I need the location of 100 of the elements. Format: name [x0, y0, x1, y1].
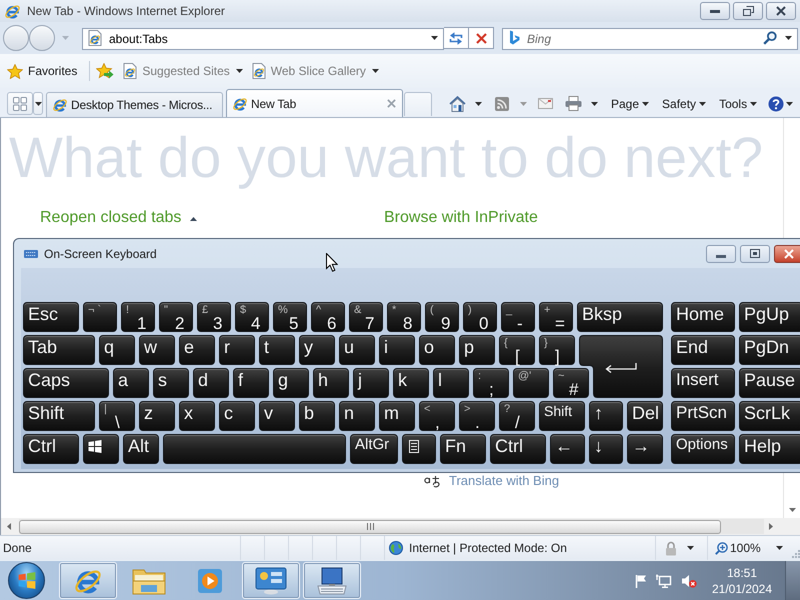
- caret-down-icon[interactable]: [475, 102, 482, 106]
- add-favorite-icon[interactable]: [96, 63, 114, 79]
- caret-down-icon[interactable]: [750, 102, 758, 106]
- maximize-button[interactable]: [740, 244, 770, 262]
- keyboard-key[interactable]: Ctrl: [23, 434, 79, 464]
- caret-down-icon[interactable]: [699, 102, 706, 106]
- space-bar[interactable]: [163, 434, 346, 464]
- tab-list-button[interactable]: [33, 92, 43, 115]
- keyboard-key[interactable]: y: [299, 335, 335, 365]
- keyboard-key[interactable]: : ;: [473, 368, 509, 398]
- keyboard-key[interactable]: { [: [499, 335, 535, 365]
- caret-down-icon[interactable]: [34, 102, 42, 106]
- keyboard-key[interactable]: ¬ `: [83, 302, 117, 332]
- address-field[interactable]: about:Tabs: [82, 28, 444, 50]
- minimize-button[interactable]: [700, 2, 730, 20]
- keyboard-key[interactable]: Tab: [23, 335, 95, 365]
- taskbar-button[interactable]: [242, 562, 300, 599]
- keyboard-key[interactable]: ( 9: [425, 302, 459, 332]
- favorites-link[interactable]: Web Slice Gallery: [252, 62, 379, 80]
- taskbar-button[interactable]: [303, 562, 361, 599]
- keyboard-key[interactable]: Caps: [23, 368, 109, 398]
- enter-key[interactable]: [579, 335, 663, 398]
- keyboard-key[interactable]: $ 4: [235, 302, 269, 332]
- keyboard-key[interactable]: | \: [99, 401, 135, 431]
- caret-down-icon[interactable]: [431, 36, 438, 40]
- keyboard-key[interactable]: ScrLk: [739, 401, 800, 431]
- keyboard-key[interactable]: < ,: [419, 401, 455, 431]
- keyboard-key[interactable]: ? /: [499, 401, 535, 431]
- keyboard-key[interactable]: @': [513, 368, 549, 398]
- minimize-button[interactable]: [706, 244, 736, 262]
- keyboard-key[interactable]: a: [113, 368, 149, 398]
- keyboard-key[interactable]: ←: [550, 434, 585, 464]
- taskbar-button[interactable]: [59, 562, 117, 599]
- favorites-link[interactable]: Suggested Sites: [123, 62, 243, 80]
- keyboard-key[interactable]: c: [219, 401, 255, 431]
- start-button[interactable]: [8, 562, 45, 599]
- keyboard-key[interactable]: Pause: [739, 368, 800, 398]
- home-icon[interactable]: [449, 96, 466, 112]
- caret-down-icon[interactable]: [687, 546, 694, 550]
- zoom-level[interactable]: 100%: [730, 539, 761, 557]
- keyboard-key[interactable]: l: [433, 368, 469, 398]
- keyboard-key[interactable]: End: [671, 335, 735, 365]
- close-button[interactable]: [766, 2, 796, 20]
- keyboard-key[interactable]: b: [299, 401, 335, 431]
- restore-button[interactable]: [733, 2, 763, 20]
- keyboard-key[interactable]: £ 3: [197, 302, 231, 332]
- keyboard-key[interactable]: PgDn: [739, 335, 800, 365]
- keyboard-key[interactable]: ↑: [589, 401, 623, 431]
- keyboard-key[interactable]: ! 1: [121, 302, 155, 332]
- keyboard-key[interactable]: d: [193, 368, 229, 398]
- keyboard-key[interactable]: ~ #: [553, 368, 589, 398]
- keyboard-key[interactable]: i: [379, 335, 415, 365]
- keyboard-key[interactable]: m: [379, 401, 415, 431]
- keyboard-key[interactable]: Shift: [539, 401, 585, 431]
- keyboard-key[interactable]: > .: [459, 401, 495, 431]
- keyboard-key[interactable]: Alt: [123, 434, 159, 464]
- keyboard-key[interactable]: + =: [539, 302, 573, 332]
- keyboard-key[interactable]: u: [339, 335, 375, 365]
- keyboard-key[interactable]: Esc: [23, 302, 79, 332]
- keyboard-key[interactable]: j: [353, 368, 389, 398]
- lock-icon[interactable]: [663, 540, 679, 556]
- keyboard-key[interactable]: o: [419, 335, 455, 365]
- page-link[interactable]: Reopen closed tabs: [40, 208, 182, 228]
- keyboard-key[interactable]: s: [153, 368, 189, 398]
- keyboard-key[interactable]: PrtScn: [671, 401, 735, 431]
- keyboard-key[interactable]: Options: [671, 434, 735, 464]
- search-icon[interactable]: [763, 31, 777, 45]
- close-button[interactable]: [774, 244, 800, 262]
- keyboard-key[interactable]: & 7: [349, 302, 383, 332]
- keyboard-key[interactable]: ) 0: [463, 302, 497, 332]
- stop-button[interactable]: [469, 27, 494, 49]
- scroll-right-arrow-icon[interactable]: [769, 523, 773, 530]
- keyboard-key[interactable]: w: [139, 335, 175, 365]
- keyboard-key[interactable]: f: [233, 368, 269, 398]
- search-field[interactable]: Bing: [502, 28, 798, 50]
- help-icon[interactable]: [768, 96, 784, 112]
- caret-down-icon[interactable]: [786, 102, 794, 106]
- caret-down-icon[interactable]: [776, 546, 783, 550]
- keyboard-key[interactable]: Shift: [23, 401, 95, 431]
- favorites-button[interactable]: Favorites: [7, 62, 78, 80]
- speaker-muted-icon[interactable]: [681, 574, 697, 588]
- feed-icon[interactable]: [495, 96, 509, 110]
- printer-icon[interactable]: [565, 96, 582, 111]
- browser-tab[interactable]: New Tab: [226, 89, 403, 117]
- caret-down-icon[interactable]: [372, 69, 379, 73]
- keyboard-key[interactable]: Insert: [671, 368, 735, 398]
- keyboard-key[interactable]: " 2: [159, 302, 193, 332]
- zoom-icon[interactable]: [715, 542, 728, 554]
- keyboard-key[interactable]: Help: [739, 434, 800, 464]
- keyboard-key[interactable]: % 5: [273, 302, 307, 332]
- keyboard-key[interactable]: * 8: [387, 302, 421, 332]
- keyboard-key[interactable]: ↓: [589, 434, 623, 464]
- keyboard-key[interactable]: _ -: [501, 302, 535, 332]
- keyboard-key[interactable]: r: [219, 335, 255, 365]
- caret-down-icon[interactable]: [591, 102, 598, 106]
- caret-up-icon[interactable]: [190, 216, 198, 220]
- keyboard-key[interactable]: p: [459, 335, 495, 365]
- keyboard-key[interactable]: g: [273, 368, 309, 398]
- caret-down-icon[interactable]: [642, 102, 650, 106]
- keyboard-key[interactable]: k: [393, 368, 429, 398]
